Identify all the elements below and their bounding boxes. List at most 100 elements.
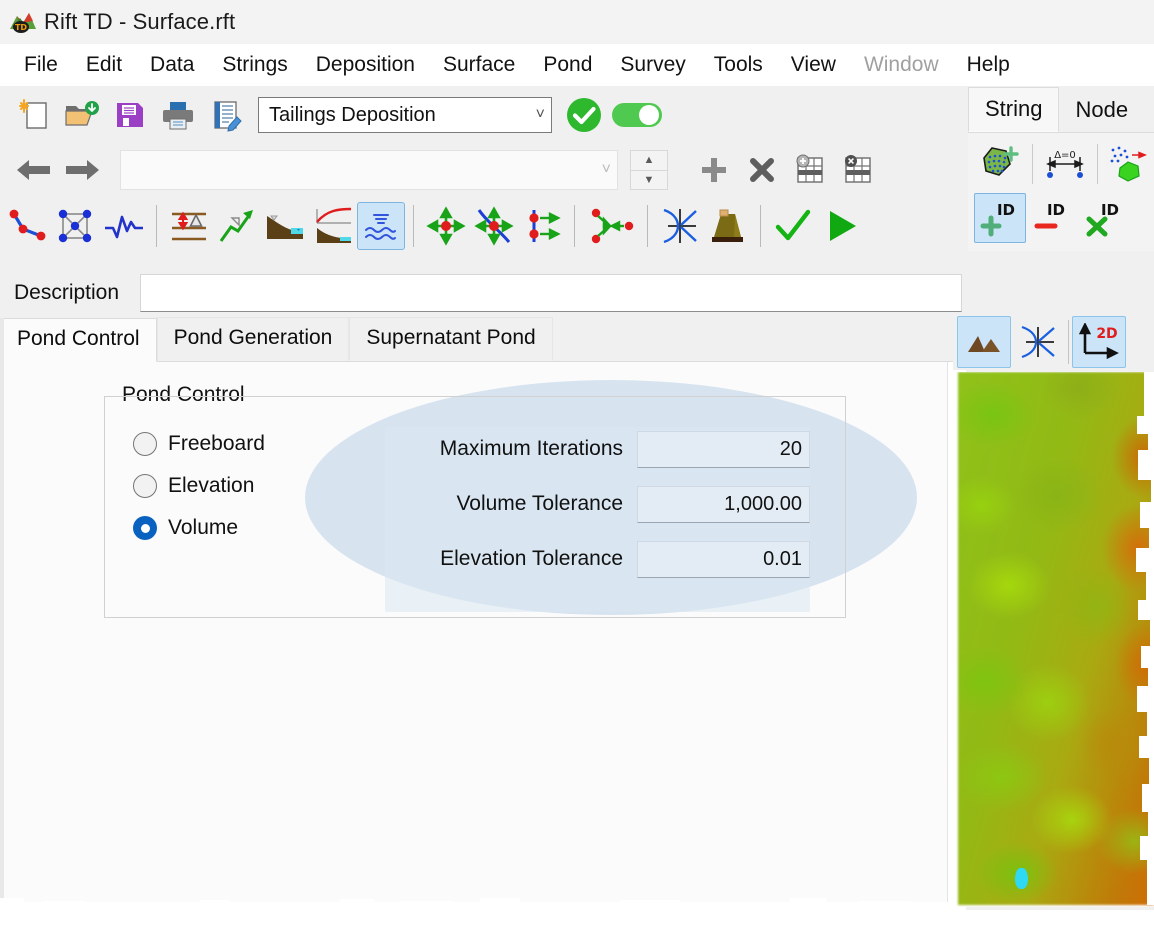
- model-type-combo[interactable]: Tailings Deposition ˅: [258, 97, 552, 133]
- radio-volume[interactable]: Volume: [133, 516, 265, 540]
- embankment-icon[interactable]: [704, 202, 752, 250]
- new-document-icon[interactable]: [10, 91, 58, 139]
- page-left-border: [0, 318, 4, 910]
- menu-strings[interactable]: Strings: [208, 51, 301, 79]
- beach-profile-icon[interactable]: [261, 202, 309, 250]
- maximum-iterations-input[interactable]: [637, 430, 810, 468]
- move-node-icon[interactable]: [422, 202, 470, 250]
- green-check-icon[interactable]: [769, 202, 817, 250]
- arrow-right-icon[interactable]: [58, 146, 106, 194]
- menu-help[interactable]: Help: [953, 51, 1024, 79]
- layer-thickness-icon[interactable]: [165, 202, 213, 250]
- toolbar-row-navigation: ˅ ▲ ▼: [0, 144, 966, 196]
- delete-row-grid-icon[interactable]: [834, 146, 882, 194]
- tab-strip: Pond Control Pond Generation Supernatant…: [0, 317, 966, 362]
- green-play-icon[interactable]: [817, 202, 865, 250]
- 2d-axis-icon[interactable]: 2D: [1072, 316, 1126, 368]
- terrain-edge-notch: [1150, 620, 1154, 646]
- arrow-left-icon[interactable]: [10, 146, 58, 194]
- scatter-to-polygon-icon[interactable]: [1104, 139, 1154, 189]
- svg-text:ID: ID: [997, 201, 1015, 219]
- polyline-points-icon[interactable]: [4, 202, 52, 250]
- menu-pond[interactable]: Pond: [529, 51, 606, 79]
- viewport-toolbar: 2D: [953, 314, 1154, 370]
- index-spinner[interactable]: ▲ ▼: [630, 150, 668, 190]
- green-check-circle-icon[interactable]: [560, 91, 608, 139]
- pond-control-group: Freeboard Elevation Volume Maximum Itera…: [104, 396, 846, 618]
- menu-view[interactable]: View: [777, 51, 850, 79]
- edit-report-icon[interactable]: [202, 91, 250, 139]
- radio-freeboard[interactable]: Freeboard: [133, 432, 265, 456]
- elevation-tolerance-label: Elevation Tolerance: [440, 547, 623, 570]
- menu-deposition[interactable]: Deposition: [302, 51, 429, 79]
- menu-data[interactable]: Data: [136, 51, 208, 79]
- toolbar-separator: [760, 205, 761, 247]
- terrain-surface-icon[interactable]: [957, 316, 1011, 368]
- radio-volume-label: Volume: [168, 516, 239, 539]
- right-tab-string[interactable]: String: [968, 87, 1060, 132]
- mesh-nodes-icon[interactable]: [52, 202, 100, 250]
- toggle-switch-on-icon[interactable]: [608, 91, 666, 139]
- field-row-maximum-iterations: Maximum Iterations: [385, 427, 810, 471]
- terrain-edge-notch: [1148, 812, 1154, 836]
- app-logo-icon: TD: [8, 9, 38, 35]
- radio-freeboard-indicator[interactable]: [133, 432, 157, 456]
- plus-icon[interactable]: [690, 146, 738, 194]
- green-growth-arrow-icon[interactable]: [213, 202, 261, 250]
- waveform-icon[interactable]: [100, 202, 148, 250]
- menu-edit[interactable]: Edit: [72, 51, 136, 79]
- description-input[interactable]: [140, 274, 962, 312]
- page-tear-edge: [120, 903, 156, 910]
- description-row: Description: [0, 268, 966, 318]
- tab-supernatant-pond[interactable]: Supernatant Pond: [349, 317, 553, 361]
- radio-elevation-label: Elevation: [168, 474, 255, 497]
- add-row-grid-icon[interactable]: [786, 146, 834, 194]
- spinner-up-icon[interactable]: ▲: [631, 151, 667, 171]
- menu-tools[interactable]: Tools: [700, 51, 777, 79]
- open-folder-icon[interactable]: [58, 91, 106, 139]
- menu-surface[interactable]: Surface: [429, 51, 529, 79]
- move-along-curve-icon[interactable]: [470, 202, 518, 250]
- offset-nodes-icon[interactable]: [518, 202, 566, 250]
- terrain-edge-notch: [1140, 836, 1154, 860]
- tab-pond-generation[interactable]: Pond Generation: [156, 317, 350, 361]
- axes-lines-icon[interactable]: [1011, 316, 1065, 368]
- terrain-edge-notch: [1148, 668, 1154, 686]
- terrain-edge-notch: [1139, 736, 1154, 758]
- terrain-edge-notch: [1138, 600, 1154, 620]
- terrain-viewport[interactable]: [953, 372, 1154, 907]
- terrain-edge-notch: [1147, 860, 1154, 905]
- toolbar-row-tools: [0, 196, 966, 256]
- page-tear-edge: [860, 901, 910, 910]
- delta-zero-spacing-icon[interactable]: Δ=0: [1039, 139, 1091, 189]
- menu-window: Window: [863, 53, 939, 76]
- page-tear-edge: [560, 903, 590, 910]
- save-floppy-icon[interactable]: [106, 91, 154, 139]
- right-tab-node[interactable]: Node: [1059, 89, 1144, 132]
- beach-curve-icon[interactable]: [309, 202, 357, 250]
- tab-pond-control[interactable]: Pond Control: [0, 318, 157, 362]
- id-add-icon[interactable]: ID: [974, 193, 1026, 243]
- id-delete-icon[interactable]: ID: [1078, 193, 1130, 243]
- string-select-combo[interactable]: ˅: [120, 150, 618, 190]
- radio-volume-indicator[interactable]: [133, 516, 157, 540]
- page-tear-edge: [480, 898, 520, 910]
- elevation-tolerance-input[interactable]: [637, 540, 810, 578]
- add-polygon-region-icon[interactable]: [974, 139, 1026, 189]
- menu-file[interactable]: File: [10, 51, 72, 79]
- menu-survey[interactable]: Survey: [606, 51, 699, 79]
- print-icon[interactable]: [154, 91, 202, 139]
- radio-elevation-indicator[interactable]: [133, 474, 157, 498]
- terrain-edge-notch: [1148, 434, 1154, 450]
- intersection-axes-icon[interactable]: [656, 202, 704, 250]
- connect-nodes-icon[interactable]: [583, 202, 639, 250]
- radio-elevation[interactable]: Elevation: [133, 474, 265, 498]
- pond-waves-icon[interactable]: [357, 202, 405, 250]
- viewport-toolbar-separator: [1068, 320, 1069, 364]
- terrain-edge-notch: [1147, 712, 1154, 736]
- id-remove-icon[interactable]: ID: [1026, 193, 1078, 243]
- spinner-down-icon[interactable]: ▼: [631, 171, 667, 190]
- volume-tolerance-input[interactable]: [637, 485, 810, 523]
- cross-icon[interactable]: [738, 146, 786, 194]
- terrain-elevation-map[interactable]: [958, 372, 1154, 905]
